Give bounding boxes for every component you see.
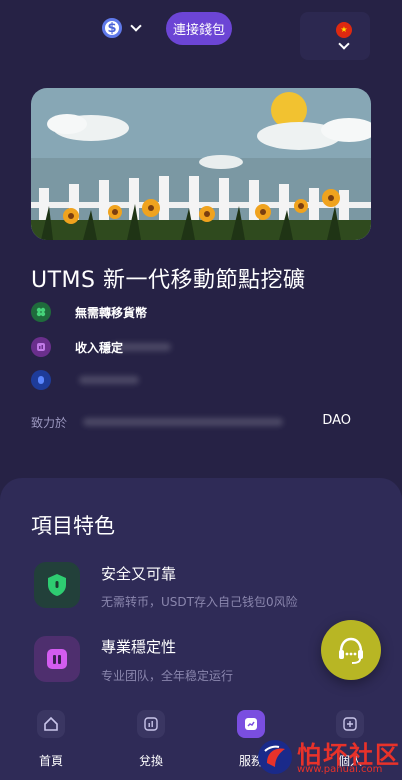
wallet-icon — [31, 337, 51, 357]
service-icon — [237, 710, 265, 738]
chart-icon — [137, 710, 165, 738]
watermark-url: www.pahuai.com — [297, 764, 383, 775]
tab-label: 首頁 — [38, 754, 63, 768]
commit-row: 致力於 DAO — [31, 412, 371, 432]
feature-description: 专业团队，全年稳定运行 — [101, 669, 234, 683]
home-icon — [37, 710, 65, 738]
china-flag-icon: ★ — [336, 22, 352, 38]
watermark-logo-icon — [258, 740, 292, 774]
feature-title: 專業穩定性 — [101, 638, 177, 656]
tab-exchange[interactable]: 兌換 — [121, 710, 181, 769]
feature-stable-income: 收入穩定 — [31, 337, 171, 357]
profile-icon — [336, 710, 364, 738]
hero-title: UTMS 新一代移動節點挖礦 — [31, 268, 306, 293]
section-title: 項目特色 — [31, 514, 115, 538]
tab-label: 兌換 — [138, 754, 163, 768]
dollar-coin-icon: $ — [102, 18, 122, 38]
feature-third — [31, 370, 139, 390]
chevron-down-icon — [338, 38, 350, 50]
tab-home[interactable]: 首頁 — [21, 710, 81, 769]
feature-label: 無需轉移貨幣 — [75, 305, 148, 320]
feature-description: 无需转币，USDT存入自己钱包0风险 — [101, 595, 298, 609]
commit-value: DAO — [322, 413, 351, 428]
currency-selector[interactable]: $ — [102, 18, 142, 38]
shield-icon — [34, 562, 80, 608]
blurred-text — [83, 418, 283, 426]
blurred-text — [111, 343, 171, 351]
watermark: 怕坏社区 www.pahuai.com — [255, 735, 402, 780]
customer-support-button[interactable] — [321, 620, 381, 680]
top-bar: $ 連接錢包 ★ — [0, 0, 402, 60]
feature-no-transfer: 無需轉移貨幣 — [31, 302, 147, 322]
blurred-text — [79, 376, 139, 384]
link-icon — [31, 370, 51, 390]
feature-title: 安全又可靠 — [101, 565, 177, 583]
headset-icon — [339, 637, 363, 664]
leaf-icon — [31, 302, 51, 322]
language-selector[interactable]: ★ — [300, 12, 370, 60]
hero-banner-image — [31, 88, 371, 240]
bars-icon — [34, 636, 80, 682]
commit-label: 致力於 — [31, 416, 68, 430]
connect-wallet-button[interactable]: 連接錢包 — [166, 12, 232, 45]
chevron-down-icon — [130, 20, 142, 32]
